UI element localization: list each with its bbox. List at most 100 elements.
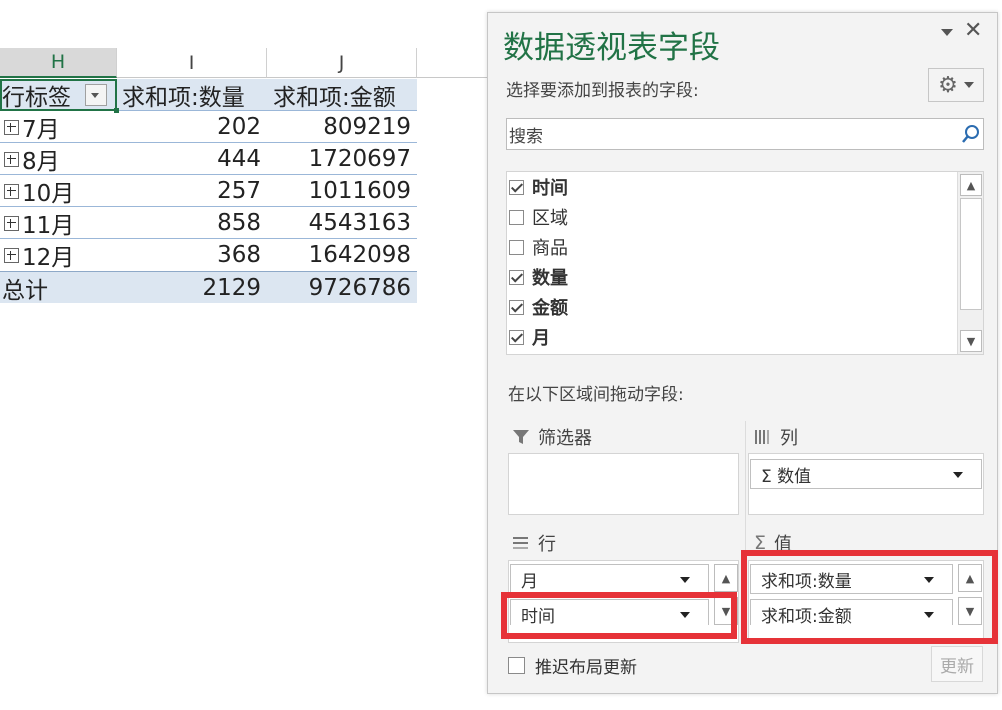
field-label: 时间	[532, 178, 568, 199]
amount-cell[interactable]: 1720697	[267, 143, 417, 175]
field-item-product[interactable]: 商品	[509, 235, 568, 259]
table-row: 7月 202 809219	[0, 111, 417, 143]
field-checkbox[interactable]	[509, 299, 524, 315]
expand-icon[interactable]	[4, 215, 19, 231]
chevron-down-icon	[953, 472, 963, 478]
field-checkbox[interactable]	[509, 239, 524, 255]
rows-label-text: 行	[538, 534, 556, 555]
search-icon[interactable]	[960, 123, 982, 149]
columns-values-dropdown[interactable]: Σ 数值	[750, 459, 982, 489]
expand-icon[interactable]	[4, 151, 19, 167]
sum-amount-header[interactable]: 求和项:金额	[267, 79, 417, 111]
row-label-header: 行标签	[2, 85, 71, 111]
sheet-top-area	[0, 0, 487, 48]
expand-icon[interactable]	[4, 183, 19, 199]
amount-cell[interactable]: 1011609	[267, 175, 417, 207]
field-label: 金额	[532, 298, 568, 319]
columns-label-text: 列	[780, 428, 798, 449]
rows-dropdown-month[interactable]: 月	[510, 564, 709, 594]
defer-checkbox[interactable]	[508, 657, 525, 674]
rows-icon	[513, 537, 528, 549]
amount-cell[interactable]: 809219	[267, 111, 417, 143]
column-header-j[interactable]: J	[267, 48, 417, 78]
field-checkbox[interactable]	[509, 179, 524, 195]
column-header-i[interactable]: I	[117, 48, 267, 78]
filters-area-label: 筛选器	[512, 424, 592, 450]
field-label: 商品	[532, 238, 568, 259]
sum-qty-header[interactable]: 求和项:数量	[117, 79, 267, 111]
field-checkbox[interactable]	[509, 329, 524, 345]
field-list-scrollbar[interactable]: ▲ ▼	[957, 172, 983, 354]
search-input[interactable]: 搜索	[506, 118, 984, 150]
table-row: 11月 858 4543163	[0, 207, 417, 239]
row-label-cell[interactable]: 10月	[0, 175, 117, 207]
row-label-filter-button[interactable]	[85, 84, 107, 106]
drag-fields-label: 在以下区域间拖动字段:	[508, 385, 684, 405]
field-checkbox[interactable]	[509, 209, 524, 225]
row-label-cell[interactable]: 7月	[0, 111, 117, 143]
field-item-region[interactable]: 区域	[509, 205, 568, 229]
rows-area-label: 行	[512, 530, 556, 556]
field-label: 区域	[532, 208, 568, 229]
qty-cell[interactable]: 858	[117, 207, 267, 239]
field-label: 月	[532, 328, 550, 349]
defer-label: 推迟布局更新	[535, 658, 637, 678]
pane-title: 数据透视表字段	[503, 30, 720, 66]
expand-icon[interactable]	[4, 247, 19, 263]
table-row: 12月 368 1642098	[0, 239, 417, 271]
filters-label-text: 筛选器	[538, 428, 592, 449]
field-label: 数量	[532, 268, 568, 289]
row-label: 8月	[22, 149, 60, 175]
field-item-time[interactable]: 时间	[509, 175, 568, 199]
field-item-amount[interactable]: 金额	[509, 295, 568, 319]
highlight-box-rows	[501, 592, 737, 639]
choose-fields-label: 选择要添加到报表的字段:	[506, 81, 699, 101]
highlight-box-values	[741, 550, 998, 644]
update-button[interactable]: 更新	[931, 646, 983, 682]
columns-icon	[755, 430, 769, 444]
scroll-down-icon[interactable]: ▼	[960, 330, 982, 352]
close-icon[interactable]: ✕	[964, 20, 982, 42]
columns-area-label: 列	[754, 424, 798, 450]
total-qty[interactable]: 2129	[117, 272, 267, 304]
row-label: 11月	[22, 213, 75, 239]
row-label: 7月	[22, 117, 60, 143]
row-label-cell[interactable]: 11月	[0, 207, 117, 239]
qty-cell[interactable]: 257	[117, 175, 267, 207]
scroll-up-icon[interactable]: ▲	[960, 174, 982, 196]
qty-cell[interactable]: 444	[117, 143, 267, 175]
column-header-h[interactable]: H	[0, 48, 117, 78]
qty-cell[interactable]: 368	[117, 239, 267, 271]
row-label-cell[interactable]: 12月	[0, 239, 117, 271]
total-row: 总计 2129 9726786	[0, 271, 417, 304]
row-label: 12月	[22, 245, 75, 271]
field-item-quantity[interactable]: 数量	[509, 265, 568, 289]
filters-drop-zone[interactable]	[508, 453, 739, 515]
amount-cell[interactable]: 1642098	[267, 239, 417, 271]
total-label[interactable]: 总计	[0, 272, 117, 304]
search-placeholder: 搜索	[509, 126, 543, 147]
rows-scroll-up-icon[interactable]: ▲	[714, 564, 738, 592]
row-label: 10月	[22, 181, 75, 207]
expand-icon[interactable]	[4, 119, 19, 135]
dropdown-label: Σ 数值	[761, 466, 812, 487]
column-header-filler	[417, 48, 487, 78]
chevron-down-icon	[963, 82, 974, 88]
columns-drop-zone[interactable]: Σ 数值	[748, 453, 984, 515]
defer-layout-update[interactable]: 推迟布局更新	[508, 653, 637, 678]
table-row: 8月 444 1720697	[0, 143, 417, 175]
row-label-cell[interactable]: 8月	[0, 143, 117, 175]
scroll-thumb[interactable]	[960, 198, 982, 310]
field-checkbox[interactable]	[509, 269, 524, 285]
total-amount[interactable]: 9726786	[267, 272, 417, 304]
row-label-header-cell[interactable]: 行标签	[0, 79, 119, 113]
pane-options-chevron-icon[interactable]	[941, 29, 953, 36]
gear-icon: ⚙	[938, 72, 958, 98]
table-row: 10月 257 1011609	[0, 175, 417, 207]
tools-button[interactable]: ⚙	[928, 68, 984, 102]
field-list: 时间 区域 商品 数量 金额 月	[506, 171, 984, 355]
amount-cell[interactable]: 4543163	[267, 207, 417, 239]
dropdown-label: 月	[521, 571, 538, 592]
qty-cell[interactable]: 202	[117, 111, 267, 143]
field-item-month[interactable]: 月	[509, 325, 550, 349]
